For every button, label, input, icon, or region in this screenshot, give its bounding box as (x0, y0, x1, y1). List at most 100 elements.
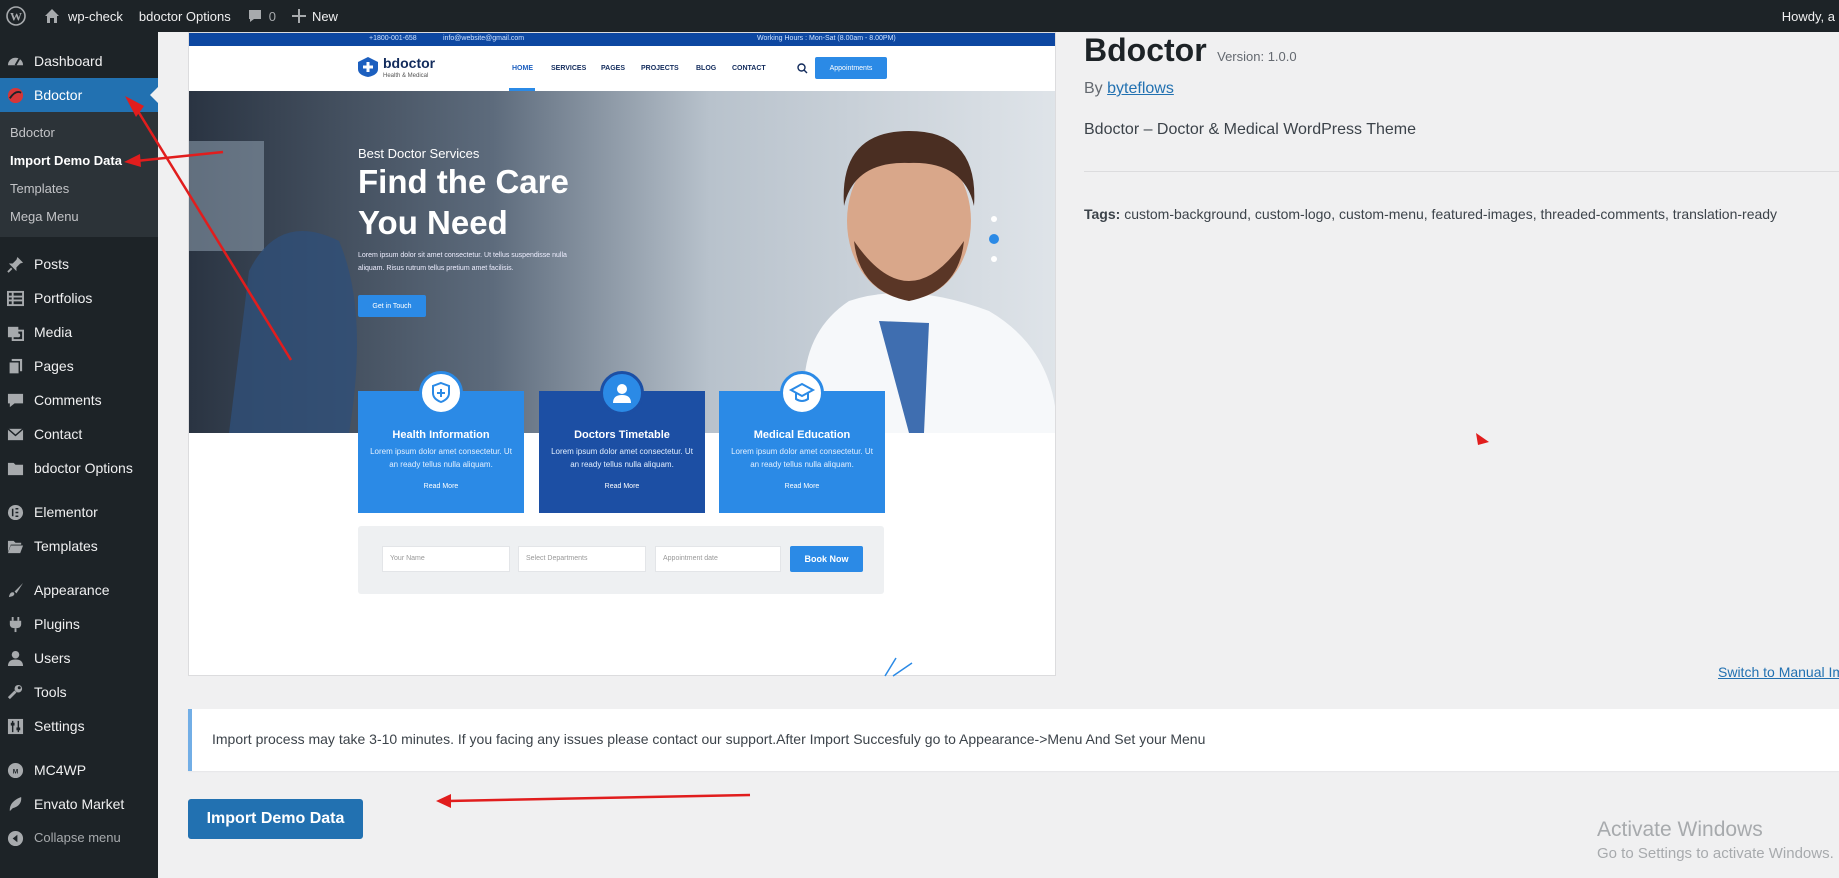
envato-leaf-icon (9, 796, 22, 812)
switch-to-manual-import-link[interactable]: Switch to Manual Im (1718, 664, 1839, 680)
theme-info-panel: Bdoctor Version: 1.0.0 By byteflows Bdoc… (1084, 32, 1839, 680)
menu-contact[interactable]: Contact (0, 417, 158, 451)
preview-department-select: Select Departments (518, 546, 646, 572)
menu-appearance-label: Appearance (34, 582, 110, 598)
preview-nav-projects: PROJECTS (641, 65, 679, 72)
elementor-icon (7, 504, 24, 521)
admin-sidebar: Dashboard Bdoctor Bdoctor Import Demo Da… (0, 32, 158, 878)
menu-portfolios-label: Portfolios (34, 290, 93, 306)
menu-portfolios[interactable]: Portfolios (0, 281, 158, 315)
theme-author-link[interactable]: byteflows (1107, 80, 1174, 97)
menu-templates[interactable]: Templates (0, 529, 158, 563)
theme-author-line: By byteflows (1084, 80, 1174, 98)
preview-card-text: Lorem ipsum dolor amet consectetur. Ut an… (370, 445, 512, 471)
preview-appointments-button: Appointments (815, 57, 887, 79)
preview-card-title: Doctors Timetable (574, 429, 670, 441)
menu-media[interactable]: Media (0, 315, 158, 349)
preview-card-text-line2: an ready tellus nulla aliquam. (750, 460, 854, 469)
bdoctor-logo-icon (7, 87, 24, 104)
theme-tags-list: custom-background, custom-logo, custom-m… (1124, 206, 1778, 222)
submenu-import-demo-data[interactable]: Import Demo Data (0, 146, 158, 174)
bdoctor-submenu: Bdoctor Import Demo Data Templates Mega … (0, 112, 158, 237)
menu-dashboard[interactable]: Dashboard (0, 44, 158, 78)
menu-media-label: Media (34, 324, 73, 340)
comments-link[interactable]: 0 (239, 0, 284, 32)
preview-hero-button-label: Get in Touch (372, 302, 412, 310)
howdy-user-menu[interactable]: Howdy, a (1782, 0, 1839, 32)
preview-date-field: Appointment date (655, 546, 781, 572)
menu-envato-market[interactable]: Envato Market (0, 787, 158, 821)
preview-card-text-line1: Lorem ipsum dolor amet consectetur. Ut (731, 447, 873, 456)
settings-sliders-icon (7, 718, 24, 735)
folder-icon (7, 462, 24, 476)
theme-divider (1084, 171, 1839, 172)
submenu-bdoctor[interactable]: Bdoctor (0, 118, 158, 146)
menu-plugins-label: Plugins (34, 616, 80, 632)
preview-hero-title-line2: You Need (358, 204, 508, 241)
svg-text:M: M (13, 768, 19, 775)
preview-card-education: Medical Education Lorem ipsum dolor amet… (719, 371, 885, 513)
preview-card-read-more: Read More (423, 483, 459, 490)
menu-appearance[interactable]: Appearance (0, 573, 158, 607)
preview-nav-home: HOME (512, 65, 533, 72)
menu-pages[interactable]: Pages (0, 349, 158, 383)
collapse-arrow-icon (7, 830, 24, 847)
theme-version: Version: 1.0.0 (1217, 49, 1297, 64)
plus-icon (291, 9, 306, 23)
preview-hero-text-line1: Lorem ipsum dolor sit amet consectetur. … (358, 252, 567, 259)
watermark-subtitle: Go to Settings to activate Windows. (1597, 845, 1834, 862)
menu-comments-label: Comments (34, 392, 102, 408)
menu-settings[interactable]: Settings (0, 709, 158, 743)
submenu-mega-menu[interactable]: Mega Menu (0, 202, 158, 230)
site-name-link[interactable]: wp-check (36, 0, 131, 32)
collapse-menu-button[interactable]: Collapse menu (0, 821, 158, 855)
menu-bdoctor[interactable]: Bdoctor (0, 78, 158, 112)
preview-nav-blog: BLOG (696, 65, 717, 72)
menu-users-label: Users (34, 650, 71, 666)
menu-users[interactable]: Users (0, 641, 158, 675)
menu-plugins[interactable]: Plugins (0, 607, 158, 641)
howdy-label: Howdy, a (1781, 8, 1835, 24)
options-link[interactable]: bdoctor Options (131, 0, 239, 32)
preview-card-text-line2: an ready tellus nulla aliquam. (389, 460, 493, 469)
new-content-link[interactable]: New (284, 0, 346, 32)
menu-bdoctor-options[interactable]: bdoctor Options (0, 451, 158, 485)
comment-bubble-icon (7, 393, 24, 408)
preview-logo: bdoctor (383, 55, 436, 71)
theme-name: Bdoctor (1084, 32, 1207, 68)
preview-card-text-line1: Lorem ipsum dolor amet consectetur. Ut (370, 447, 512, 456)
menu-posts-label: Posts (34, 256, 70, 272)
preview-book-label: Book Now (804, 554, 849, 564)
menu-posts[interactable]: Posts (0, 247, 158, 281)
user-icon (7, 650, 24, 667)
import-demo-data-button[interactable]: Import Demo Data (188, 799, 363, 839)
preview-hero-title-line1: Find the Care (358, 163, 569, 200)
plug-icon (9, 616, 22, 633)
envelope-icon (7, 428, 24, 441)
preview-search-icon (797, 63, 808, 74)
dashboard-gauge-icon (7, 57, 24, 66)
menu-tools-label: Tools (34, 684, 67, 700)
menu-tools[interactable]: Tools (0, 675, 158, 709)
watermark-title: Activate Windows (1597, 818, 1763, 841)
folder-open-icon (7, 540, 24, 554)
menu-envato-market-label: Envato Market (34, 796, 125, 812)
preview-nav-services: SERVICES (551, 65, 587, 72)
wordpress-logo-icon[interactable]: W (0, 0, 36, 32)
menu-settings-label: Settings (34, 718, 85, 734)
submenu-templates[interactable]: Templates (0, 174, 158, 202)
menu-contact-label: Contact (34, 426, 83, 442)
preview-nav: bdoctor Health & Medical HOME SERVICES P… (189, 46, 1055, 91)
preview-card-text-line1: Lorem ipsum dolor amet consectetur. Ut (551, 447, 693, 456)
preview-card-read-more: Read More (784, 483, 820, 490)
preview-card-text-line2: an ready tellus nulla aliquam. (570, 460, 674, 469)
theme-tags-label: Tags: (1084, 206, 1121, 222)
menu-elementor[interactable]: Elementor (0, 495, 158, 529)
menu-dashboard-label: Dashboard (34, 53, 103, 69)
main-content: +1800-001-658 info@website@gmail.com Wor… (158, 32, 1839, 878)
import-demo-data-label: Import Demo Data (206, 810, 345, 827)
menu-comments[interactable]: Comments (0, 383, 158, 417)
menu-mc4wp[interactable]: M MC4WP (0, 753, 158, 787)
theme-author-by: By (1084, 80, 1103, 97)
preview-hero-text-line2: aliquam. Risus rutrum tellus pretium ame… (358, 265, 514, 272)
